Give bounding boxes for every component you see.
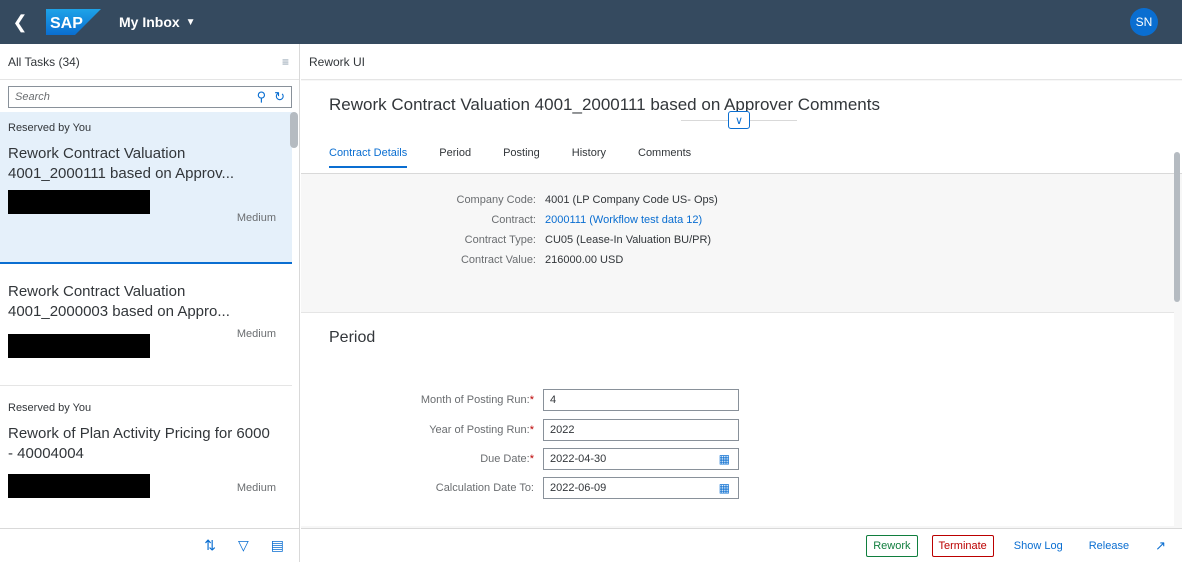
reserved-label: Reserved by You — [8, 122, 92, 134]
calculation-date-input[interactable]: 2022-06-09 ▦ — [543, 477, 739, 499]
priority-label: Medium — [236, 328, 276, 340]
calendar-icon[interactable]: ▦ — [719, 481, 730, 495]
app-title: My Inbox — [119, 14, 180, 30]
sort-icon[interactable]: ⇅ — [204, 537, 216, 554]
shell-bar: ❮ SAP My Inbox ▼ SN — [0, 0, 1182, 44]
caret-down-icon: ▼ — [185, 16, 196, 28]
form-row: Year of Posting Run:* 2022 — [301, 419, 1174, 443]
info-label: Contract Value: — [460, 254, 536, 266]
redacted-block — [8, 474, 150, 498]
tab-history[interactable]: History — [572, 147, 606, 168]
terminate-button[interactable]: Terminate — [931, 534, 994, 557]
detail-pane: Rework UI Rework Contract Valuation 4001… — [301, 44, 1182, 562]
filter-icon[interactable]: ▽ — [238, 537, 249, 554]
group-icon[interactable]: ▤ — [271, 537, 284, 554]
info-row: Company Code: 4001 (LP Company Code US- … — [301, 194, 1182, 214]
task-title: Rework Contract Valuation 4001_2000003 b… — [8, 283, 230, 320]
master-footer: ⇅ ▽ ▤ — [0, 528, 300, 562]
field-label: Due Date:* — [480, 453, 534, 465]
detail-header-title: Rework UI — [309, 54, 366, 69]
share-icon[interactable]: ↗ — [1149, 534, 1172, 557]
period-title: Period — [329, 329, 376, 346]
list-item[interactable]: Rework Contract Valuation 4001_2000003 b… — [0, 264, 292, 386]
show-log-button[interactable]: Show Log — [1007, 534, 1069, 557]
collapse-header-button[interactable]: ∨ — [728, 111, 750, 129]
object-title: Rework Contract Valuation 4001_2000111 b… — [329, 95, 880, 114]
form-row: Due Date:* 2022-04-30 ▦ — [301, 448, 1174, 472]
task-title: Rework Contract Valuation 4001_2000111 b… — [8, 145, 235, 182]
tab-comments[interactable]: Comments — [638, 147, 691, 168]
tab-posting[interactable]: Posting — [503, 147, 540, 168]
detail-footer-toolbar: Rework Terminate Show Log Release ↗ — [301, 528, 1182, 562]
reserved-label: Reserved by You — [8, 402, 92, 414]
redacted-block — [8, 190, 150, 214]
tab-period[interactable]: Period — [439, 147, 471, 168]
month-of-posting-run-input[interactable]: 4 — [543, 389, 739, 411]
info-value: 4001 (LP Company Code US- Ops) — [545, 194, 718, 206]
info-row: Contract Type: CU05 (Lease-In Valuation … — [301, 234, 1182, 254]
tab-bar: Contract Details Period Posting History … — [329, 147, 723, 168]
list-item[interactable]: Reserved by You Rework Contract Valuatio… — [0, 112, 292, 264]
form-row: Calculation Date To: 2022-06-09 ▦ — [301, 477, 1174, 501]
chevron-left-icon: ❮ — [12, 11, 28, 32]
app-title-menu[interactable]: My Inbox ▼ — [119, 14, 196, 30]
info-label: Company Code: — [456, 194, 537, 206]
contract-link[interactable]: 2000111 (Workflow test data 12) — [545, 214, 702, 226]
field-label: Month of Posting Run:* — [420, 394, 534, 406]
redacted-block — [8, 334, 150, 358]
detail-header: Rework UI — [301, 44, 1182, 80]
search-field[interactable]: Search ⚲ ↻ — [8, 86, 292, 108]
year-of-posting-run-input[interactable]: 2022 — [543, 419, 739, 441]
user-avatar[interactable]: SN — [1130, 8, 1158, 36]
refresh-icon[interactable]: ↻ — [274, 89, 285, 105]
priority-label: Medium — [236, 482, 276, 494]
info-row: Contract: 2000111 (Workflow test data 12… — [301, 214, 1182, 234]
rework-button[interactable]: Rework — [866, 534, 918, 557]
sap-logo[interactable]: SAP — [46, 9, 101, 35]
chevron-down-icon: ∨ — [734, 114, 744, 127]
field-label: Year of Posting Run:* — [429, 424, 534, 436]
tab-contract-details[interactable]: Contract Details — [329, 147, 408, 168]
search-icon[interactable]: ⚲ — [257, 89, 267, 105]
info-value: CU05 (Lease-In Valuation BU/PR) — [545, 234, 712, 246]
multi-select-icon[interactable]: ≡ — [282, 55, 289, 69]
task-count-title: All Tasks (34) — [8, 54, 80, 69]
task-title: Rework of Plan Activity Pricing for 6000… — [8, 425, 270, 462]
master-header: All Tasks (34) ≡ — [0, 44, 299, 80]
info-label: Contract Type: — [464, 234, 536, 246]
list-scrollbar[interactable] — [290, 112, 298, 148]
svg-text:SAP: SAP — [50, 15, 83, 32]
info-label: Contract: — [491, 214, 536, 226]
field-label: Calculation Date To: — [435, 482, 534, 494]
contract-details-section: Company Code: 4001 (LP Company Code US- … — [301, 194, 1182, 274]
form-row: Month of Posting Run:* 4 — [301, 389, 1174, 413]
calendar-icon[interactable]: ▦ — [719, 452, 730, 466]
due-date-input[interactable]: 2022-04-30 ▦ — [543, 448, 739, 470]
release-button[interactable]: Release — [1082, 534, 1136, 557]
master-list-pane: All Tasks (34) ≡ Search ⚲ ↻ Reserved by … — [0, 44, 300, 562]
list-item[interactable]: Reserved by You Rework of Plan Activity … — [0, 386, 292, 527]
search-input[interactable]: Search — [15, 91, 249, 103]
info-row: Contract Value: 216000.00 USD — [301, 254, 1182, 274]
info-value: 216000.00 USD — [545, 254, 624, 266]
object-header: Rework Contract Valuation 4001_2000111 b… — [301, 81, 1182, 174]
task-list: Reserved by You Rework Contract Valuatio… — [0, 112, 292, 527]
priority-label: Medium — [236, 212, 276, 224]
back-button[interactable]: ❮ — [0, 0, 40, 44]
period-section: Period Month of Posting Run:* 4 Year of … — [301, 312, 1174, 526]
